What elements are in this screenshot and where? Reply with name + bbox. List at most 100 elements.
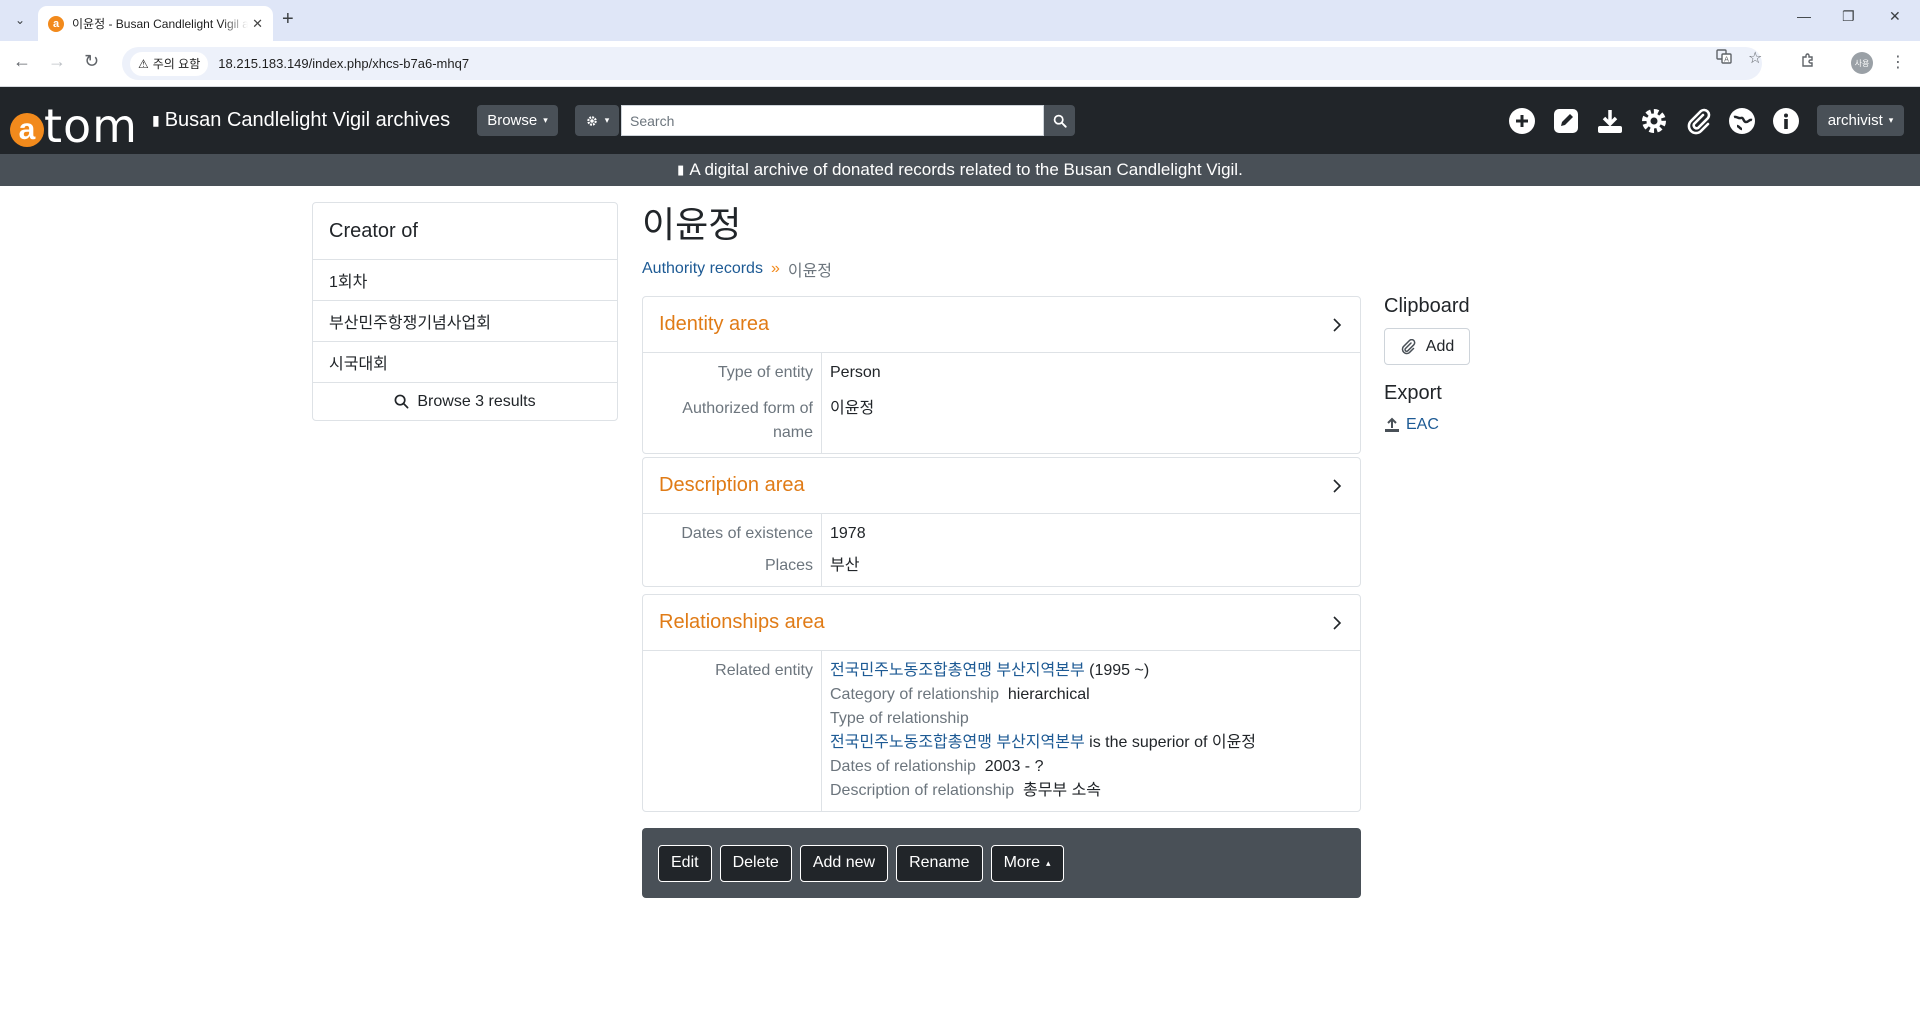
relationship-dates-label: Dates of relationship: [830, 758, 976, 775]
identity-area-title[interactable]: Identity area: [659, 313, 769, 336]
back-icon[interactable]: ←: [13, 51, 31, 72]
type-label: Type of relationship: [830, 710, 969, 727]
sidebar-heading: Creator of: [313, 203, 617, 260]
browse-label: Browse: [487, 112, 538, 129]
eac-label: EAC: [1406, 416, 1439, 433]
site-name-link[interactable]: ▮ Busan Candlelight Vigil archives: [152, 109, 450, 132]
reload-icon[interactable]: ↻: [84, 51, 99, 72]
relationships-area: Relationships area Related entity 전국민주노동…: [642, 594, 1361, 812]
logo-letter: a: [10, 113, 44, 147]
breadcrumb-separator: »: [770, 260, 780, 277]
field-value: 1978: [830, 525, 866, 542]
sidebar-item[interactable]: 부산민주항쟁기념사업회: [313, 301, 617, 342]
browse-results-link[interactable]: Browse 3 results: [313, 383, 617, 420]
field-value: 부산: [830, 557, 860, 574]
site-description: A digital archive of donated records rel…: [689, 160, 1243, 179]
sidebar-item[interactable]: 1회차: [313, 260, 617, 301]
caret-up-icon: ▴: [1046, 857, 1051, 868]
translate-icon[interactable]: A: [1716, 48, 1732, 69]
user-menu-button[interactable]: archivist ▾: [1817, 105, 1904, 136]
identity-area-header[interactable]: Identity area: [643, 297, 1360, 353]
chrome-menu-icon[interactable]: ⋮: [1890, 52, 1906, 72]
search-icon: [394, 394, 409, 409]
export-heading: Export: [1384, 382, 1442, 404]
chevron-right-icon: [1333, 317, 1342, 332]
browser-tab[interactable]: a 이윤정 - Busan Candlelight Vigil archives…: [38, 6, 273, 41]
field-label-line: name: [772, 424, 813, 441]
more-button[interactable]: More ▴: [990, 844, 1064, 882]
clipboard-heading: Clipboard: [1384, 295, 1470, 317]
language-menu-icon[interactable]: [1728, 107, 1756, 135]
import-menu-icon[interactable]: [1596, 107, 1624, 135]
category-label: Category of relationship: [830, 686, 999, 703]
superior-entity-link[interactable]: 전국민주노동조합총연맹 부산지역본부: [830, 734, 1085, 751]
gear-icon: [587, 115, 597, 126]
profile-avatar[interactable]: 사용: [1851, 52, 1873, 74]
type-of-entity-row: Type of entity Person: [643, 353, 1360, 389]
related-entity-row: Related entity 전국민주노동조합총연맹 부산지역본부 (1995 …: [643, 651, 1360, 811]
chevron-right-icon: [1333, 615, 1342, 630]
sidebar-item[interactable]: 시국대회: [313, 342, 617, 383]
relationships-area-header[interactable]: Relationships area: [643, 595, 1360, 651]
relationship-dates-value: 2003 - ?: [984, 758, 1044, 775]
minimize-icon[interactable]: —: [1797, 8, 1811, 24]
search-options-button[interactable]: ▾: [575, 105, 619, 136]
search-input[interactable]: [621, 105, 1044, 136]
breadcrumb-authority-records[interactable]: Authority records: [642, 260, 763, 278]
page-title: 이윤정: [642, 204, 742, 245]
export-eac-link[interactable]: EAC: [1384, 416, 1439, 434]
description-area-header[interactable]: Description area: [643, 458, 1360, 514]
relationship-description-line: Description of relationship 총무부 소속: [830, 779, 1360, 803]
related-entity-details: 전국민주노동조합총연맹 부산지역본부 (1995 ~) Category of …: [822, 651, 1360, 811]
related-entity-link[interactable]: 전국민주노동조합총연맹 부산지역본부: [830, 662, 1085, 679]
extensions-icon[interactable]: [1800, 52, 1816, 73]
tab-search-icon[interactable]: ⌄: [8, 8, 32, 32]
delete-button[interactable]: Delete: [719, 844, 792, 882]
creator-of-sidebar: Creator of 1회차 부산민주항쟁기념사업회 시국대회 Browse 3…: [312, 202, 618, 421]
caret-down-icon: ▾: [543, 115, 548, 125]
search-button[interactable]: [1044, 105, 1075, 136]
search-icon: [1053, 114, 1067, 128]
chevron-right-icon: [1333, 478, 1342, 493]
svg-text:A: A: [1724, 56, 1729, 64]
actions-bar: Edit Delete Add new Rename More ▴: [642, 828, 1361, 898]
security-label: 주의 요함: [152, 57, 201, 71]
description-area-title[interactable]: Description area: [659, 474, 805, 497]
more-label: More: [1003, 854, 1041, 871]
field-label: Dates of existence: [643, 514, 822, 550]
security-chip[interactable]: ⚠ 주의 요함: [130, 51, 209, 76]
field-label: Places: [643, 550, 822, 586]
related-entity-dates: (1995 ~): [1089, 662, 1150, 679]
mobile-icon: ▮: [677, 162, 685, 177]
forward-icon[interactable]: →: [48, 51, 66, 72]
mobile-icon: ▮: [152, 112, 160, 128]
settings-menu-icon[interactable]: [1640, 107, 1668, 135]
bookmark-star-icon[interactable]: ☆: [1748, 48, 1762, 68]
url-text[interactable]: 18.215.183.149/index.php/xhcs-b7a6-mhq7: [218, 56, 469, 71]
site-description-bar: ▮ A digital archive of donated records r…: [0, 154, 1920, 186]
breadcrumb: Authority records » 이윤정: [642, 257, 832, 281]
atom-logo[interactable]: a tom: [10, 91, 138, 153]
browser-tab-bar: ⌄ a 이윤정 - Busan Candlelight Vigil archiv…: [0, 0, 1920, 41]
relationship-description-value: 총무부 소속: [1022, 782, 1102, 799]
edit-button[interactable]: Edit: [658, 844, 712, 882]
tab-close-icon[interactable]: ✕: [252, 16, 263, 32]
atom-favicon-icon: a: [48, 15, 64, 32]
info-menu-icon[interactable]: [1772, 107, 1800, 135]
add-menu-icon[interactable]: [1508, 107, 1536, 135]
clipboard-menu-icon[interactable]: [1684, 107, 1712, 135]
edit-menu-icon[interactable]: [1552, 107, 1580, 135]
restore-icon[interactable]: ❐: [1842, 8, 1855, 25]
add-new-button[interactable]: Add new: [799, 844, 889, 882]
address-bar[interactable]: ⚠ 주의 요함 18.215.183.149/index.php/xhcs-b7…: [122, 47, 1762, 80]
relationships-area-title[interactable]: Relationships area: [659, 611, 825, 634]
superior-text: is the superior of 이윤정: [1089, 734, 1257, 751]
window-close-icon[interactable]: ✕: [1889, 8, 1901, 25]
rename-button[interactable]: Rename: [896, 844, 983, 882]
field-label: Authorized form of name: [643, 389, 822, 453]
field-value: 이윤정: [830, 400, 875, 417]
browse-menu-button[interactable]: Browse ▾: [477, 105, 558, 136]
new-tab-icon[interactable]: +: [282, 8, 294, 31]
browser-toolbar: ← → ↻ ⚠ 주의 요함 18.215.183.149/index.php/x…: [0, 41, 1920, 87]
clipboard-add-button[interactable]: Add: [1384, 328, 1470, 365]
